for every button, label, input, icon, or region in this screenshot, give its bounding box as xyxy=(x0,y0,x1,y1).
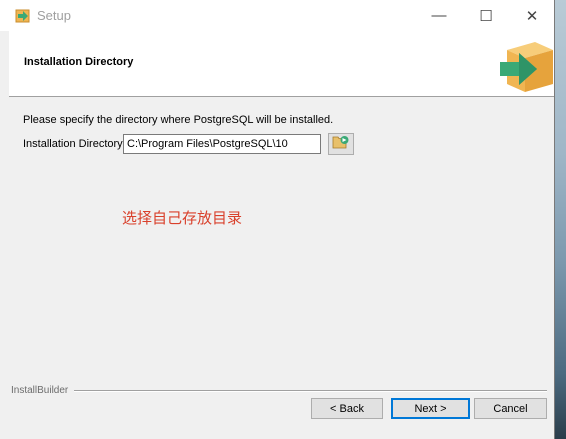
window-title: Setup xyxy=(37,8,71,23)
maximize-button[interactable]: ☐ xyxy=(463,0,509,31)
page-title: Installation Directory xyxy=(24,56,134,68)
installation-directory-input[interactable]: C:\Program Files\PostgreSQL\10 xyxy=(123,134,321,154)
folder-browse-icon xyxy=(332,134,350,154)
annotation-text: 选择自己存放目录 xyxy=(122,209,243,227)
footer-divider xyxy=(74,390,547,392)
installer-arrow-box-icon xyxy=(497,36,555,93)
title-bar: Setup — ☐ ✕ xyxy=(0,0,554,31)
browse-folder-button[interactable] xyxy=(328,133,354,155)
setup-app-icon xyxy=(15,7,32,24)
close-button[interactable]: ✕ xyxy=(509,0,555,31)
window-left-border xyxy=(0,31,9,439)
install-description: Please specify the directory where Postg… xyxy=(23,114,334,126)
cancel-button[interactable]: Cancel xyxy=(474,398,547,419)
next-button[interactable]: Next > xyxy=(391,398,470,419)
maximize-icon: ☐ xyxy=(479,7,493,25)
back-button[interactable]: < Back xyxy=(311,398,383,419)
close-icon: ✕ xyxy=(525,7,539,25)
setup-window: Setup — ☐ ✕ Installation Directory Pleas… xyxy=(0,0,555,439)
installation-directory-label: Installation Directory xyxy=(23,138,123,150)
minimize-button[interactable]: — xyxy=(416,0,462,31)
brand-label: InstallBuilder xyxy=(11,385,71,396)
page-header: Installation Directory xyxy=(9,31,554,97)
minimize-icon: — xyxy=(431,7,447,24)
